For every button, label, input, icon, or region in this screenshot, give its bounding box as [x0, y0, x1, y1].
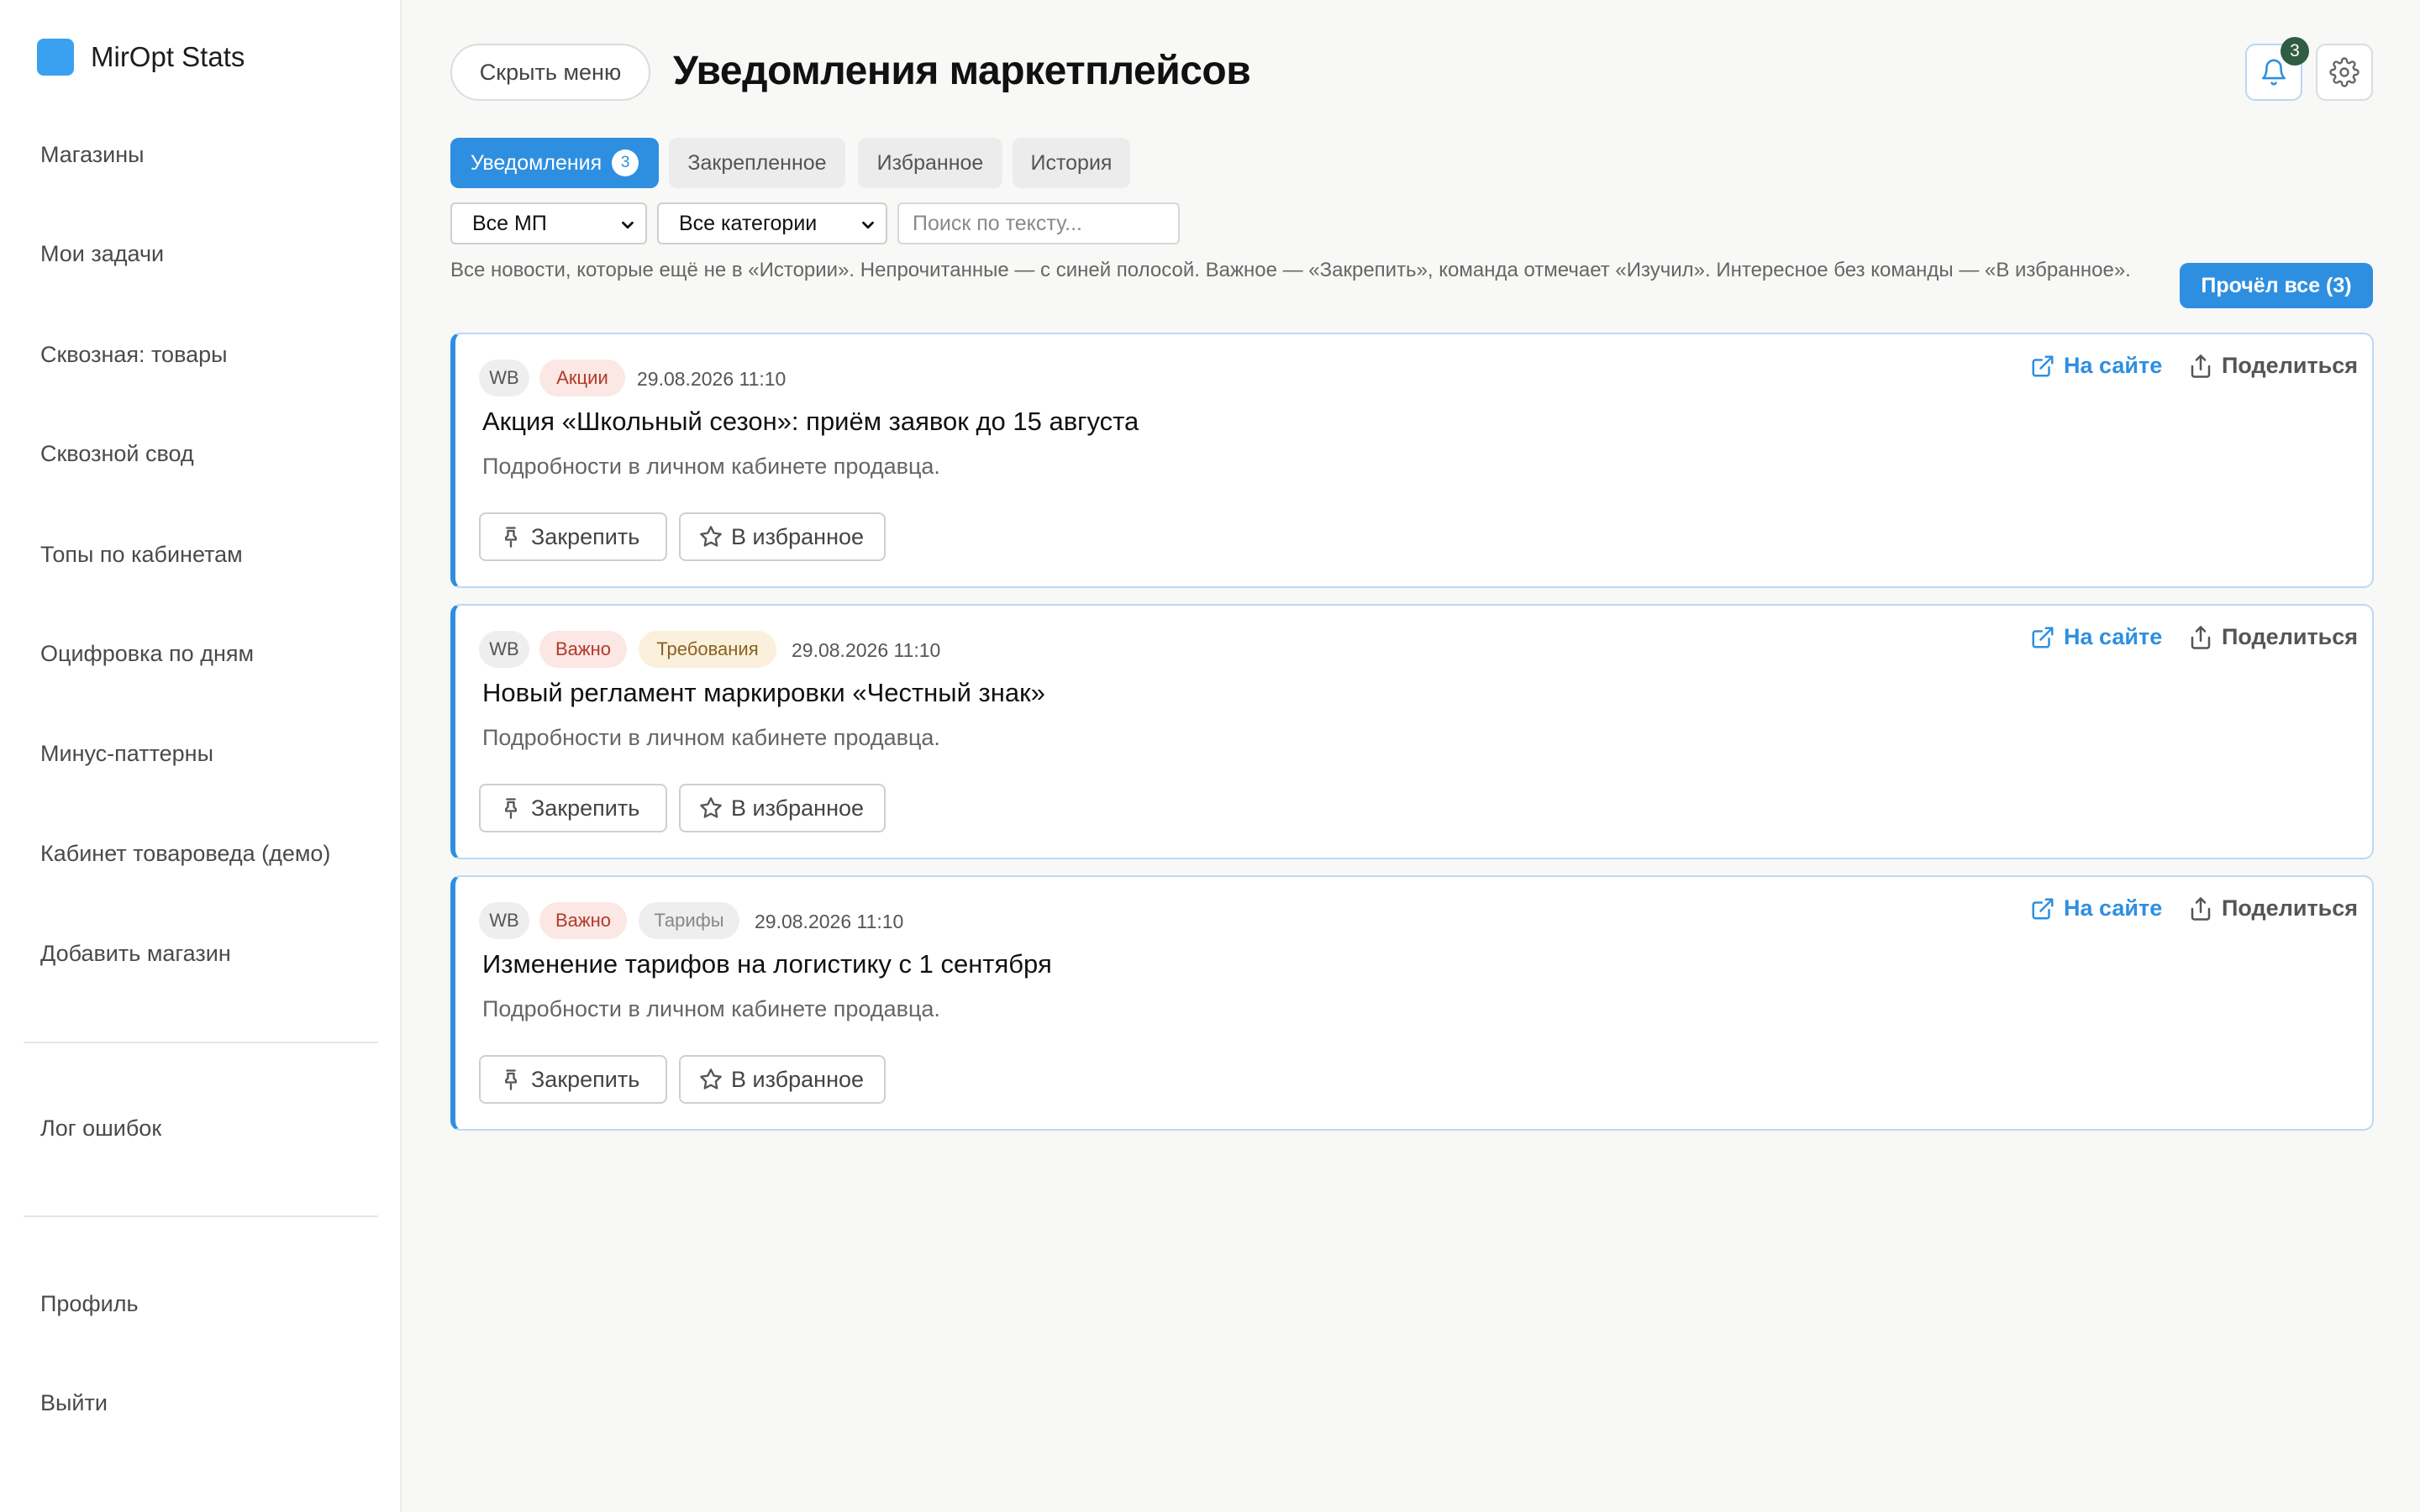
- help-text: Все новости, которые ещё не в «Истории».…: [450, 259, 2131, 281]
- marketplace-badge: WB: [479, 360, 529, 396]
- notification-count-badge: 3: [2281, 37, 2309, 66]
- notifications-button[interactable]: 3: [2245, 37, 2309, 101]
- pin-label: Закрепить: [531, 795, 640, 821]
- page-title: Уведомления маркетплейсов: [673, 49, 1251, 93]
- sidebar-item-logout[interactable]: Выйти: [40, 1386, 108, 1420]
- add-to-favorites-button[interactable]: В избранное: [679, 1055, 886, 1104]
- tab-history[interactable]: История: [1013, 138, 1130, 188]
- brand[interactable]: MirOpt Stats: [37, 39, 245, 76]
- chevron-down-icon: [862, 221, 874, 229]
- open-on-site-link[interactable]: На сайте: [2030, 353, 2162, 379]
- sidebar-divider: [24, 1215, 378, 1217]
- share-label: Поделиться: [2222, 353, 2359, 378]
- share-label: Поделиться: [2222, 895, 2359, 921]
- tag-badge: Важно: [539, 902, 627, 939]
- notification-card: WB Важно Требования 29.08.2026 11:10 На …: [450, 604, 2374, 859]
- tab-favorites[interactable]: Избранное: [858, 138, 1002, 188]
- tab-notifications[interactable]: Уведомления 3: [450, 138, 659, 188]
- tab-count-badge: 3: [612, 150, 639, 176]
- share-button[interactable]: Поделиться: [2188, 895, 2358, 921]
- tag-badge: Тарифы: [639, 902, 739, 939]
- external-link-icon: [2032, 898, 2054, 919]
- sidebar-item-minus-patterns[interactable]: Минус-паттерны: [40, 737, 213, 770]
- tab-pinned[interactable]: Закрепленное: [669, 138, 845, 188]
- gear-icon: [2329, 57, 2360, 87]
- notification-card: WB Важно Тарифы 29.08.2026 11:10 На сайт…: [450, 875, 2374, 1131]
- marketplace-badge: WB: [479, 631, 529, 668]
- tag-badge: Акции: [539, 360, 625, 396]
- sidebar-item-tops-by-cabinet[interactable]: Топы по кабинетам: [40, 538, 243, 571]
- sidebar: MirOpt Stats Магазины Мои задачи Сквозна…: [0, 0, 402, 1512]
- share-button[interactable]: Поделиться: [2188, 624, 2358, 650]
- tag-badge: Важно: [539, 631, 627, 668]
- notification-description: Подробности в личном кабинете продавца.: [482, 996, 940, 1021]
- tab-label: Уведомления: [470, 150, 602, 175]
- sidebar-item-profile[interactable]: Профиль: [40, 1287, 139, 1320]
- pin-button[interactable]: Закрепить: [479, 1055, 667, 1104]
- hide-menu-button[interactable]: Скрыть меню: [450, 44, 650, 101]
- open-on-site-link[interactable]: На сайте: [2030, 624, 2162, 650]
- notification-description: Подробности в личном кабинете продавца.: [482, 725, 940, 750]
- marketplace-badge: WB: [479, 902, 529, 939]
- settings-button[interactable]: [2316, 44, 2373, 101]
- favorite-label: В избранное: [731, 523, 865, 549]
- sidebar-item-merch-cabinet[interactable]: Кабинет товароведа (демо): [40, 837, 330, 870]
- notification-title: Новый регламент маркировки «Честный знак…: [482, 678, 1045, 707]
- brand-logo: [37, 39, 74, 76]
- sidebar-item-cross-products[interactable]: Сквозная: товары: [40, 338, 228, 371]
- open-on-site-link[interactable]: На сайте: [2030, 895, 2162, 921]
- external-link-icon: [2032, 355, 2054, 376]
- external-link-icon: [2032, 627, 2054, 648]
- add-to-favorites-button[interactable]: В избранное: [679, 512, 886, 561]
- sidebar-divider: [24, 1042, 378, 1043]
- category-filter-value: Все категории: [679, 211, 818, 235]
- pin-icon: [505, 798, 517, 819]
- mp-filter-value: Все МП: [472, 211, 547, 235]
- notification-title: Акция «Школьный сезон»: приём заявок до …: [482, 407, 1139, 436]
- pin-icon: [505, 1069, 517, 1090]
- open-on-site-label: На сайте: [2064, 624, 2163, 649]
- brand-name: MirOpt Stats: [91, 41, 245, 72]
- favorite-label: В избранное: [731, 795, 865, 821]
- share-icon: [2191, 896, 2211, 921]
- favorite-label: В избранное: [731, 1066, 865, 1092]
- mp-filter-select[interactable]: Все МП: [450, 202, 647, 244]
- sidebar-item-my-tasks[interactable]: Мои задачи: [40, 237, 164, 270]
- notification-date: 29.08.2026 11:10: [755, 911, 904, 932]
- sidebar-item-cross-summary[interactable]: Сквозной свод: [40, 437, 194, 470]
- search-input[interactable]: [897, 202, 1180, 244]
- notification-description: Подробности в личном кабинете продавца.: [482, 454, 940, 479]
- sidebar-item-daily-digitization[interactable]: Оцифровка по дням: [40, 637, 254, 670]
- share-label: Поделиться: [2222, 624, 2359, 649]
- notification-date: 29.08.2026 11:10: [792, 639, 941, 661]
- read-all-button[interactable]: Прочёл все (3): [2180, 263, 2373, 308]
- pin-label: Закрепить: [531, 1066, 640, 1092]
- notification-card: WB Акции 29.08.2026 11:10 На сайте Подел…: [450, 333, 2374, 588]
- chevron-down-icon: [622, 221, 634, 229]
- notification-date: 29.08.2026 11:10: [637, 368, 786, 390]
- bell-icon: [2261, 59, 2286, 86]
- sidebar-item-add-store[interactable]: Добавить магазин: [40, 937, 231, 970]
- star-icon: [700, 526, 722, 547]
- open-on-site-label: На сайте: [2064, 895, 2163, 921]
- share-icon: [2191, 625, 2211, 649]
- sidebar-item-stores[interactable]: Магазины: [40, 138, 145, 171]
- pin-button[interactable]: Закрепить: [479, 784, 667, 832]
- star-icon: [700, 1068, 722, 1089]
- pin-button[interactable]: Закрепить: [479, 512, 667, 561]
- share-button[interactable]: Поделиться: [2188, 353, 2358, 379]
- star-icon: [700, 797, 722, 818]
- sidebar-item-error-log[interactable]: Лог ошибок: [40, 1111, 161, 1145]
- tag-badge: Требования: [639, 631, 776, 668]
- notification-title: Изменение тарифов на логистику с 1 сентя…: [482, 949, 1052, 979]
- category-filter-select[interactable]: Все категории: [657, 202, 887, 244]
- add-to-favorites-button[interactable]: В избранное: [679, 784, 886, 832]
- open-on-site-label: На сайте: [2064, 353, 2163, 378]
- share-icon: [2191, 354, 2211, 378]
- pin-icon: [505, 527, 517, 548]
- pin-label: Закрепить: [531, 523, 640, 549]
